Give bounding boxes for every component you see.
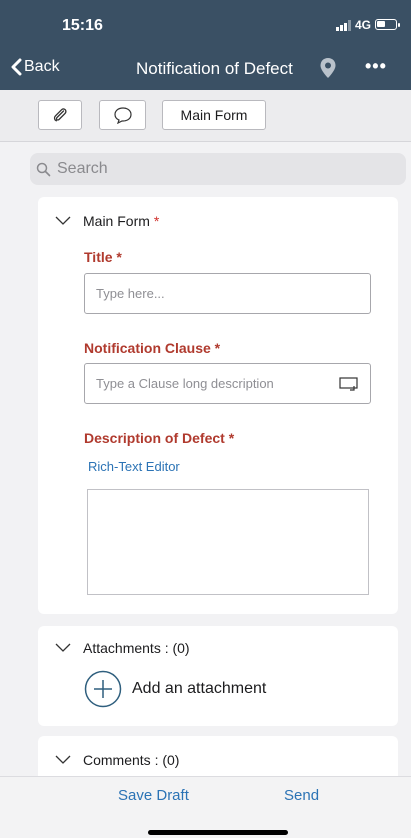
paperclip-icon bbox=[53, 108, 67, 122]
more-options-button[interactable]: ••• bbox=[365, 56, 387, 77]
title-placeholder: Type here... bbox=[96, 286, 165, 301]
add-attachment-button[interactable]: Add an attachment bbox=[84, 670, 266, 708]
clause-placeholder: Type a Clause long description bbox=[96, 376, 274, 391]
comment-bubble-icon bbox=[113, 107, 132, 124]
comment-button[interactable] bbox=[99, 100, 146, 130]
chevron-down-icon bbox=[55, 216, 71, 225]
location-pin-icon[interactable] bbox=[319, 57, 337, 79]
page-title: Notification of Defect bbox=[136, 59, 293, 78]
main-form-button[interactable]: Main Form bbox=[162, 100, 266, 130]
description-textarea[interactable] bbox=[87, 489, 369, 595]
send-button[interactable]: Send bbox=[284, 787, 319, 804]
comments-header[interactable]: Comments : (0) bbox=[55, 752, 179, 768]
title-input[interactable]: Type here... bbox=[84, 273, 371, 314]
signal-indicator: 4G bbox=[335, 18, 371, 32]
status-bar: 15:16 4G bbox=[0, 0, 411, 48]
save-draft-button[interactable]: Save Draft bbox=[118, 787, 189, 804]
notification-clause-label: Notification Clause * bbox=[84, 340, 221, 356]
bottom-action-bar: Save Draft Send bbox=[0, 776, 411, 838]
clock: 15:16 bbox=[62, 17, 103, 34]
comments-section: Comments : (0) bbox=[38, 736, 398, 776]
search-icon bbox=[36, 162, 51, 176]
search-bar[interactable]: Search bbox=[30, 153, 406, 185]
form-toolbar: Main Form bbox=[0, 90, 411, 142]
chevron-down-icon bbox=[55, 643, 71, 652]
back-button[interactable]: Back bbox=[10, 58, 60, 76]
attachments-title: Attachments : (0) bbox=[83, 640, 190, 656]
back-label: Back bbox=[24, 58, 60, 75]
description-label: Description of Defect * bbox=[84, 430, 235, 446]
lookup-icon[interactable] bbox=[339, 377, 358, 391]
cellular-signal-icon bbox=[335, 19, 351, 31]
add-attachment-label: Add an attachment bbox=[132, 680, 267, 697]
main-form-title: Main Form bbox=[83, 213, 150, 229]
battery-icon bbox=[375, 19, 400, 30]
attachments-section: Attachments : (0) Add an attachment bbox=[38, 626, 398, 726]
main-form-section: Main Form * Title * Type here... Notifica… bbox=[38, 197, 398, 614]
comments-title: Comments : (0) bbox=[83, 752, 180, 768]
required-asterisk: * bbox=[153, 213, 160, 229]
rich-text-editor-link[interactable]: Rich-Text Editor bbox=[88, 459, 180, 474]
plus-circle-icon bbox=[84, 670, 122, 708]
chevron-down-icon bbox=[55, 755, 71, 764]
navigation-bar: Back Notification of Defect ••• bbox=[0, 48, 411, 90]
attach-button[interactable] bbox=[38, 100, 82, 130]
title-label: Title * bbox=[84, 249, 122, 265]
chevron-left-icon bbox=[11, 58, 22, 76]
search-placeholder: Search bbox=[57, 160, 108, 177]
network-type: 4G bbox=[354, 18, 371, 32]
home-indicator[interactable] bbox=[148, 830, 288, 835]
main-form-header[interactable]: Main Form * bbox=[55, 213, 159, 229]
notification-clause-input[interactable]: Type a Clause long description bbox=[84, 363, 371, 404]
attachments-header[interactable]: Attachments : (0) bbox=[55, 640, 190, 656]
